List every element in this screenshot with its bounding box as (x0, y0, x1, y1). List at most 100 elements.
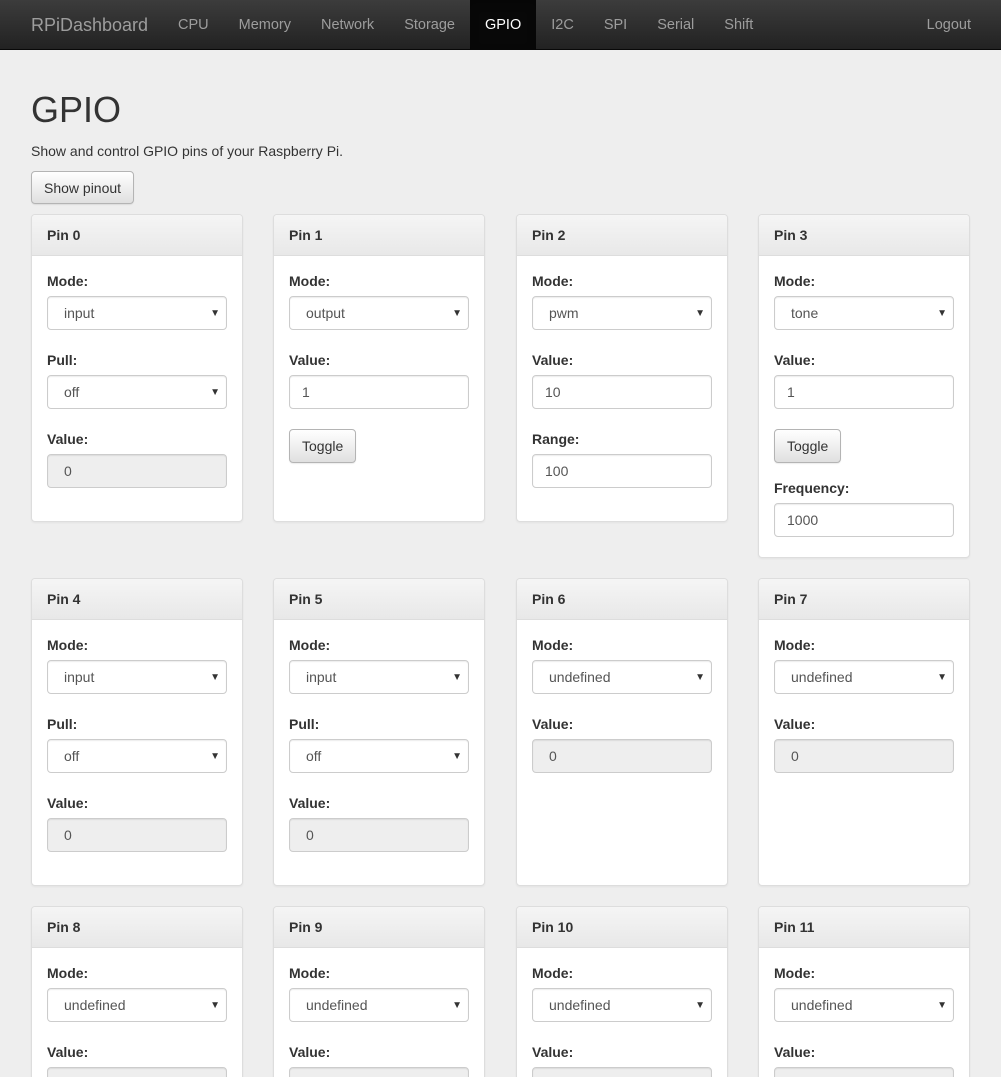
mode-label: Mode: (47, 637, 89, 653)
show-pinout-button[interactable]: Show pinout (31, 171, 135, 204)
value-label: Value: (532, 352, 574, 368)
mode-select[interactable]: undefined ▼ (289, 988, 469, 1022)
mode-select[interactable]: undefined ▼ (774, 660, 954, 694)
pin-title: Pin 4 (32, 579, 242, 620)
mode-label: Mode: (289, 637, 331, 653)
value-readonly: 0 (289, 818, 469, 852)
mode-select[interactable]: undefined ▼ (774, 988, 954, 1022)
dropdown-arrow-icon: ▼ (210, 308, 220, 319)
nav-item-memory[interactable]: Memory (224, 0, 306, 50)
pin-title: Pin 2 (517, 215, 727, 256)
value-label: Value: (774, 1044, 816, 1060)
pin-panel-1: Pin 1 Mode: output ▼ Value: 1 Toggle (273, 214, 485, 522)
value-readonly: 1 (47, 1067, 227, 1077)
pull-select[interactable]: off ▼ (289, 739, 469, 773)
pull-label: Pull: (289, 716, 320, 732)
navbar: RPiDashboard CPU Memory Network Storage … (0, 0, 1001, 50)
toggle-button[interactable]: Toggle (774, 429, 842, 463)
nav-item-network[interactable]: Network (306, 0, 389, 50)
nav-item-shift[interactable]: Shift (709, 0, 768, 50)
pin-title: Pin 8 (32, 907, 242, 948)
pin-panel-9: Pin 9 Mode: undefined▼ Value: 1 (273, 906, 485, 1077)
dropdown-arrow-icon: ▼ (210, 672, 220, 683)
pin-panel-11: Pin 11 Mode: undefined▼ Value: 1 (758, 906, 970, 1077)
dropdown-arrow-icon: ▼ (937, 672, 947, 683)
logout-link[interactable]: Logout (927, 0, 971, 50)
mode-label: Mode: (774, 273, 816, 289)
dropdown-arrow-icon: ▼ (210, 751, 220, 762)
value-input[interactable]: 10 (532, 375, 712, 409)
value-readonly: 0 (47, 454, 227, 488)
value-input[interactable]: 1 (774, 375, 954, 409)
value-label: Value: (47, 1044, 89, 1060)
dropdown-arrow-icon: ▼ (695, 1000, 705, 1011)
nav-item-gpio[interactable]: GPIO (469, 0, 537, 50)
pin-title: Pin 10 (517, 907, 727, 948)
value-input[interactable]: 1 (289, 375, 469, 409)
value-label: Value: (774, 716, 816, 732)
mode-label: Mode: (47, 273, 89, 289)
pin-title: Pin 11 (759, 907, 969, 948)
mode-label: Mode: (532, 273, 574, 289)
pull-select[interactable]: off ▼ (47, 739, 227, 773)
nav-item-cpu[interactable]: CPU (163, 0, 224, 50)
mode-select[interactable]: input ▼ (47, 296, 227, 330)
pin-panel-2: Pin 2 Mode: pwm ▼ Value: 10 Range: 100 (516, 214, 728, 522)
pin-title: Pin 3 (759, 215, 969, 256)
pull-select[interactable]: off ▼ (47, 375, 227, 409)
value-readonly: 1 (774, 1067, 954, 1077)
page-title: GPIO (31, 89, 122, 130)
pin-title: Pin 0 (32, 215, 242, 256)
nav-item-storage[interactable]: Storage (389, 0, 470, 50)
mode-select[interactable]: pwm ▼ (532, 296, 712, 330)
value-label: Value: (532, 716, 574, 732)
value-readonly: 0 (47, 818, 227, 852)
dropdown-arrow-icon: ▼ (210, 1000, 220, 1011)
dropdown-arrow-icon: ▼ (937, 308, 947, 319)
value-readonly: 1 (532, 1067, 712, 1077)
pin-panel-7: Pin 7 Mode: undefined ▼ Value: 0 (758, 578, 970, 886)
mode-select[interactable]: input ▼ (289, 660, 469, 694)
nav-item-serial[interactable]: Serial (642, 0, 709, 50)
pin-title: Pin 1 (274, 215, 484, 256)
toggle-button[interactable]: Toggle (289, 429, 357, 463)
dropdown-arrow-icon: ▼ (695, 672, 705, 683)
range-input[interactable]: 100 (532, 454, 712, 488)
mode-label: Mode: (774, 965, 816, 981)
pin-panel-4: Pin 4 Mode: input ▼ Pull: off ▼ Value: 0 (31, 578, 243, 886)
dropdown-arrow-icon: ▼ (695, 308, 705, 319)
pull-label: Pull: (47, 716, 78, 732)
pin-panel-5: Pin 5 Mode: input ▼ Pull: off ▼ Value: 0 (273, 578, 485, 886)
dropdown-arrow-icon: ▼ (452, 672, 462, 683)
pin-panel-0: Pin 0 Mode: input ▼ Pull: off ▼ Value: 0 (31, 214, 243, 522)
dropdown-arrow-icon: ▼ (937, 1000, 947, 1011)
dropdown-arrow-icon: ▼ (452, 751, 462, 762)
value-readonly: 0 (532, 739, 712, 773)
value-label: Value: (774, 352, 816, 368)
value-readonly: 0 (774, 739, 954, 773)
range-label: Range: (532, 431, 580, 447)
dropdown-arrow-icon: ▼ (452, 308, 462, 319)
mode-label: Mode: (47, 965, 89, 981)
mode-label: Mode: (774, 637, 816, 653)
frequency-input[interactable]: 1000 (774, 503, 954, 537)
pin-title: Pin 5 (274, 579, 484, 620)
pin-title: Pin 7 (759, 579, 969, 620)
brand-link[interactable]: RPiDashboard (31, 13, 148, 37)
nav-item-spi[interactable]: SPI (589, 0, 642, 50)
pin-title: Pin 9 (274, 907, 484, 948)
mode-select[interactable]: tone ▼ (774, 296, 954, 330)
mode-select[interactable]: undefined ▼ (532, 988, 712, 1022)
nav-item-i2c[interactable]: I2C (536, 0, 589, 50)
value-label: Value: (532, 1044, 574, 1060)
value-label: Value: (47, 431, 89, 447)
mode-select[interactable]: output ▼ (289, 296, 469, 330)
mode-select[interactable]: input ▼ (47, 660, 227, 694)
mode-label: Mode: (289, 273, 331, 289)
pin-panel-3: Pin 3 Mode: tone ▼ Value: 1 Toggle Freque… (758, 214, 970, 558)
main-nav: CPU Memory Network Storage GPIO I2C SPI … (163, 0, 768, 50)
mode-select[interactable]: undefined ▼ (47, 988, 227, 1022)
mode-label: Mode: (532, 965, 574, 981)
pin-panel-6: Pin 6 Mode: undefined ▼ Value: 0 (516, 578, 728, 886)
mode-select[interactable]: undefined ▼ (532, 660, 712, 694)
